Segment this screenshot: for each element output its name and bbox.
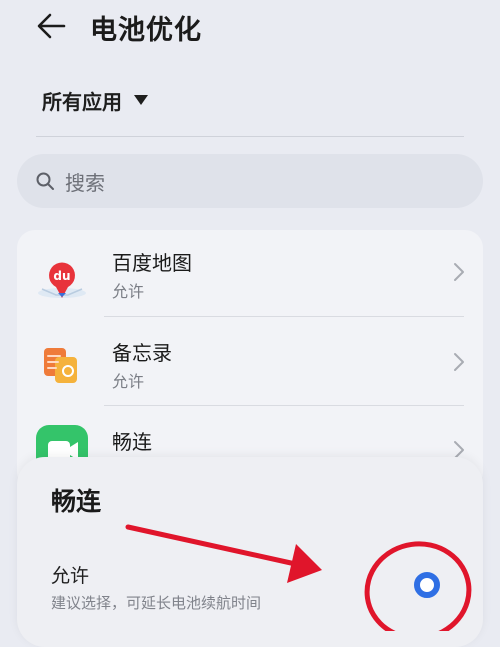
chevron-right-icon [454,353,464,371]
filter-label: 所有应用 [42,89,122,114]
search-bar[interactable]: 搜索 [17,154,483,208]
app-status: 允许 [112,282,145,301]
option-label[interactable]: 允许 [51,561,89,588]
chevron-right-icon [454,263,464,281]
search-icon [36,172,54,190]
page-title: 电池优化 [90,15,202,46]
svg-text:du: du [53,269,70,283]
app-status: 允许 [112,372,145,391]
list-item-baidu-maps[interactable]: du 百度地图 允许 [17,230,483,320]
baidu-maps-icon: du [38,262,86,298]
list-item-notes[interactable]: 备忘录 允许 [17,320,483,410]
option-description: 建议选择，可延长电池续航时间 [51,594,262,612]
sheet-title: 畅连 [51,487,102,516]
divider [104,405,464,406]
notes-icon [44,348,77,383]
divider [36,136,464,137]
app-name: 百度地图 [112,251,192,275]
search-input[interactable]: 搜索 [65,167,105,196]
divider [104,316,464,317]
caret-down-icon [134,95,148,105]
app-name: 畅连 [112,430,152,454]
allow-radio-button[interactable] [414,572,440,598]
app-name: 备忘录 [112,341,172,365]
app-filter-dropdown[interactable]: 所有应用 [42,86,148,114]
back-arrow-icon[interactable] [34,10,70,42]
